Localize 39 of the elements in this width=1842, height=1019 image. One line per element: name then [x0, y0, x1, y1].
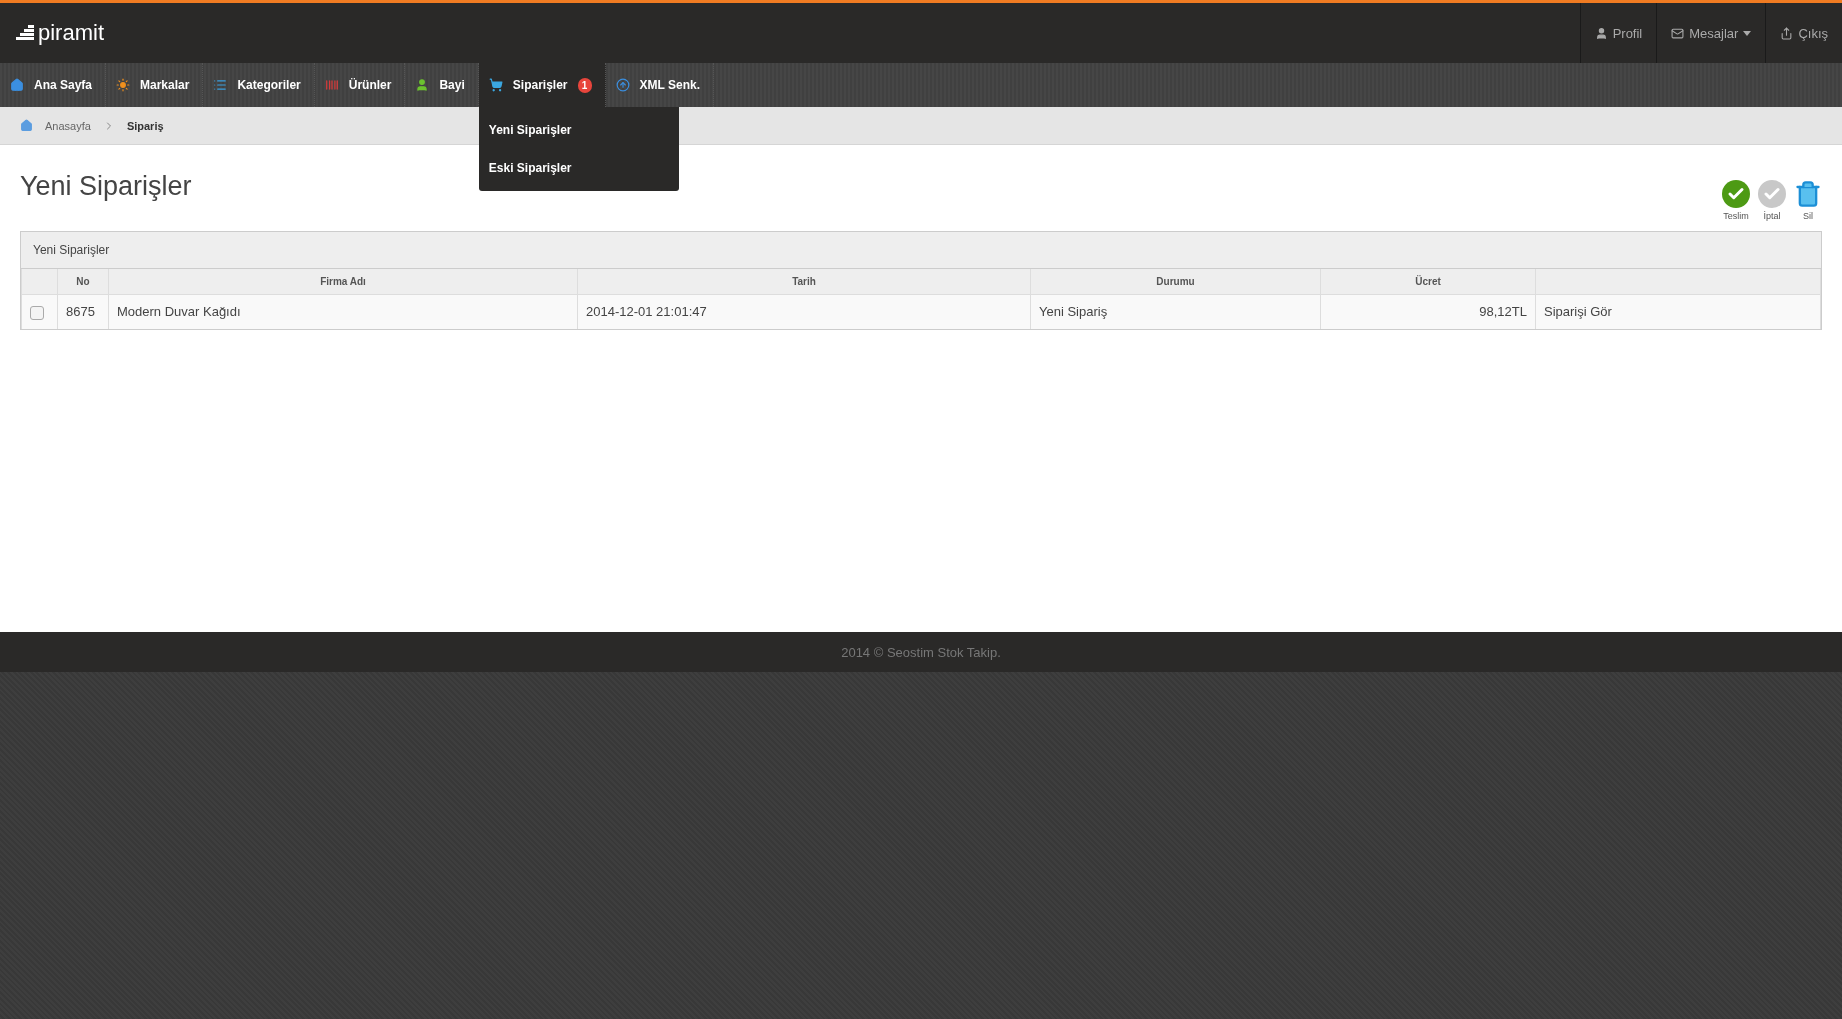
panel-title: Yeni Siparişler: [21, 232, 1821, 269]
page-title: Yeni Siparişler: [20, 171, 192, 202]
action-button[interactable]: İptal: [1758, 180, 1786, 221]
upload-icon: [615, 78, 630, 92]
user-icon: [415, 78, 430, 92]
home-icon: [10, 78, 24, 92]
dropdown-item[interactable]: Eski Siparişler: [478, 149, 679, 187]
barcode-icon: [324, 78, 339, 92]
column-header: Tarih: [577, 269, 1031, 295]
action-button[interactable]: Teslim: [1722, 180, 1750, 221]
row-checkbox[interactable]: [30, 305, 44, 320]
column-header: Firma Adı: [108, 269, 578, 295]
action-button[interactable]: Sil: [1794, 180, 1822, 221]
table-cell: Yeni Sipariş: [1030, 294, 1321, 329]
sun-icon: [116, 78, 131, 92]
dropdown-item[interactable]: Yeni Siparişler: [478, 111, 679, 149]
footer-text: 2014 © Seostim Stok Takip.: [0, 632, 1842, 672]
check-icon: [1722, 180, 1750, 208]
column-header: Ücret: [1320, 269, 1536, 295]
share-arrow-icon: [1780, 26, 1794, 40]
table-cell: 8675: [57, 294, 109, 329]
view-order-link[interactable]: Siparişi Gör: [1535, 294, 1821, 329]
breadcrumb-link[interactable]: Anasayfa: [45, 119, 91, 132]
table-cell: Modern Duvar Kağıdı: [108, 294, 578, 329]
user-icon: [1594, 26, 1608, 40]
table-cell: 98,12TL: [1320, 294, 1536, 329]
check-icon: [1758, 180, 1786, 208]
column-header: Durumu: [1030, 269, 1321, 295]
count-badge: 1: [577, 77, 592, 93]
stairs-logo-icon: [16, 25, 36, 41]
column-header: No: [57, 269, 109, 295]
list-icon: [213, 78, 228, 92]
mail-icon: [1671, 26, 1685, 40]
trash-icon: [1794, 180, 1822, 208]
brand-name: piramit: [38, 20, 104, 46]
cart-icon: [488, 78, 503, 92]
table-cell: 2014-12-01 21:01:47: [577, 294, 1031, 329]
home-icon: [20, 119, 33, 132]
breadcrumb-link[interactable]: Sipariş: [126, 119, 164, 132]
